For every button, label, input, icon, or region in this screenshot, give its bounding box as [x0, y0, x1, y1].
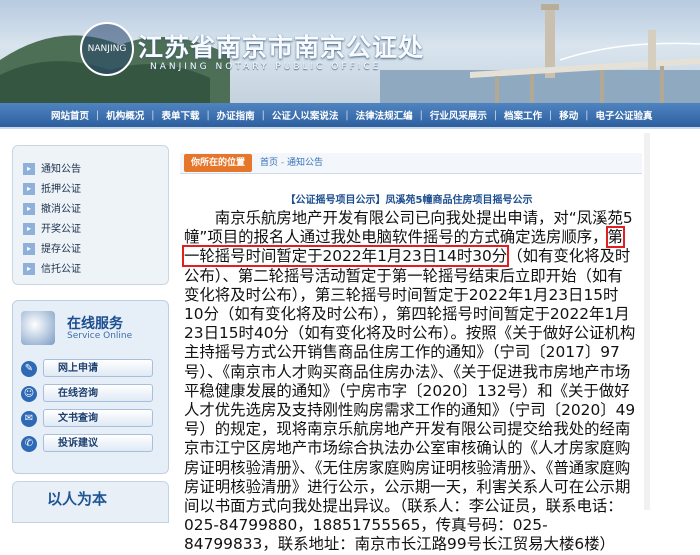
sidebar-item-label: 开奖公证 — [41, 224, 81, 235]
sidebar-item-label: 通知公告 — [41, 164, 81, 175]
site-title: 江苏省南京市南京公证处 — [138, 33, 425, 62]
service-title: 在线服务 — [67, 316, 123, 332]
service-row-0[interactable]: ✎ 网上申请 — [21, 359, 161, 379]
nav-item-0[interactable]: 网站首页 — [44, 108, 96, 122]
service-person-icon — [21, 311, 55, 345]
service-icon: ✎ — [21, 361, 37, 377]
online-service-panel: 在线服务 Service Online ✎ 网上申请 ☺ 在线咨询 ✉ 文书查询 ✆ 投诉建议 — [12, 300, 169, 474]
nav-item-4[interactable]: 公证人以案说法 — [265, 108, 346, 122]
slogan-text: 以人为本 — [47, 490, 108, 508]
sidebar-item-1[interactable]: ▸ 抵押公证 — [23, 180, 158, 198]
sidebar-item-label: 信托公证 — [41, 264, 81, 275]
article-text-rest: （如有变化将及时公布）、第二轮摇号活动暂定于第一轮摇号结束后立即开始（如有变化将… — [184, 247, 636, 554]
left-sidebar: ▸ 通知公告 ▸ 抵押公证 ▸ 撤消公证 ▸ 开奖公证 ▸ 提存公证 ▸ 信托公证 在线服务 Serv… — [10, 133, 173, 523]
bullet-arrow-icon: ▸ — [23, 263, 35, 275]
sidebar-item-5[interactable]: ▸ 信托公证 — [23, 260, 158, 278]
service-button-0[interactable]: 网上申请 — [43, 359, 153, 377]
notary-seal-logo: NANJING — [80, 22, 134, 76]
nav-item-2[interactable]: 表单下载 — [154, 108, 206, 122]
site-banner: NANJING 江苏省南京市南京公证处 NANJING NOTARY PUBLI… — [0, 0, 700, 103]
nav-item-5[interactable]: 法律法规汇编 — [349, 108, 420, 122]
service-row-1[interactable]: ☺ 在线咨询 — [21, 384, 161, 404]
article-title: 【公证摇号项目公示】凤溪苑5幢商品住房项目摇号公示 — [285, 195, 533, 206]
breadcrumb-path: 首页 - 通知公告 — [260, 153, 323, 173]
sidebar-item-3[interactable]: ▸ 开奖公证 — [23, 220, 158, 238]
sidebar-item-label: 抵押公证 — [41, 184, 81, 195]
service-button-1[interactable]: 在线咨询 — [43, 384, 153, 402]
online-service-header: 在线服务 Service Online — [21, 311, 161, 347]
sidebar-item-0[interactable]: ▸ 通知公告 — [23, 160, 158, 178]
service-row-2[interactable]: ✉ 文书查询 — [21, 409, 161, 429]
bullet-arrow-icon: ▸ — [23, 163, 35, 175]
service-button-2[interactable]: 文书查询 — [43, 409, 153, 427]
bullet-arrow-icon: ▸ — [23, 223, 35, 235]
breadcrumb-home-link[interactable]: 首页 — [260, 158, 278, 168]
bullet-arrow-icon: ▸ — [23, 183, 35, 195]
bullet-arrow-icon: ▸ — [23, 203, 35, 215]
service-icon: ☺ — [21, 386, 37, 402]
sidebar-item-2[interactable]: ▸ 撤消公证 — [23, 200, 158, 218]
bullet-arrow-icon: ▸ — [23, 243, 35, 255]
sidebar-item-label: 提存公证 — [41, 244, 81, 255]
sidebar-item-label: 撤消公证 — [41, 204, 81, 215]
site-subtitle: NANJING NOTARY PUBLIC OFFICE — [150, 62, 382, 72]
nav-item-3[interactable]: 办证指南 — [210, 108, 262, 122]
page-scrollbar[interactable] — [644, 133, 650, 510]
nav-item-9[interactable]: 电子公证验真 — [588, 108, 659, 122]
sidebar-item-4[interactable]: ▸ 提存公证 — [23, 240, 158, 258]
service-row-3[interactable]: ✆ 投诉建议 — [21, 434, 161, 454]
nav-item-7[interactable]: 档案工作 — [497, 108, 549, 122]
main-content: 你所在的位置 首页 - 通知公告 【公证摇号项目公示】凤溪苑5幢商品住房项目摇号… — [174, 133, 644, 553]
slogan-panel: 以人为本 — [12, 481, 169, 523]
service-button-3[interactable]: 投诉建议 — [43, 434, 153, 452]
service-subtitle: Service Online — [67, 331, 133, 341]
nav-item-8[interactable]: 移动 — [552, 108, 585, 122]
article-text-intro: 南京乐航房地产开发有限公司已向我处提出申请，对“凤溪苑5幢”项目的报名人通过我处… — [184, 209, 633, 247]
service-icon: ✆ — [21, 436, 37, 452]
article-body: 南京乐航房地产开发有限公司已向我处提出申请，对“凤溪苑5幢”项目的报名人通过我处… — [182, 209, 636, 555]
category-menu: ▸ 通知公告 ▸ 抵押公证 ▸ 撤消公证 ▸ 开奖公证 ▸ 提存公证 ▸ 信托公证 — [12, 145, 169, 285]
service-icon: ✉ — [21, 411, 37, 427]
breadcrumb: 你所在的位置 首页 - 通知公告 — [180, 153, 642, 174]
location-tag: 你所在的位置 — [184, 154, 253, 172]
nav-item-1[interactable]: 机构概况 — [99, 108, 151, 122]
main-nav: 网站首页 | 机构概况 | 表单下载 | 办证指南 | 公证人以案说法 | 法律法规汇编 | 行业风采展… — [0, 103, 700, 129]
nav-item-6[interactable]: 行业风采展示 — [423, 108, 494, 122]
breadcrumb-current[interactable]: 通知公告 — [287, 158, 323, 168]
